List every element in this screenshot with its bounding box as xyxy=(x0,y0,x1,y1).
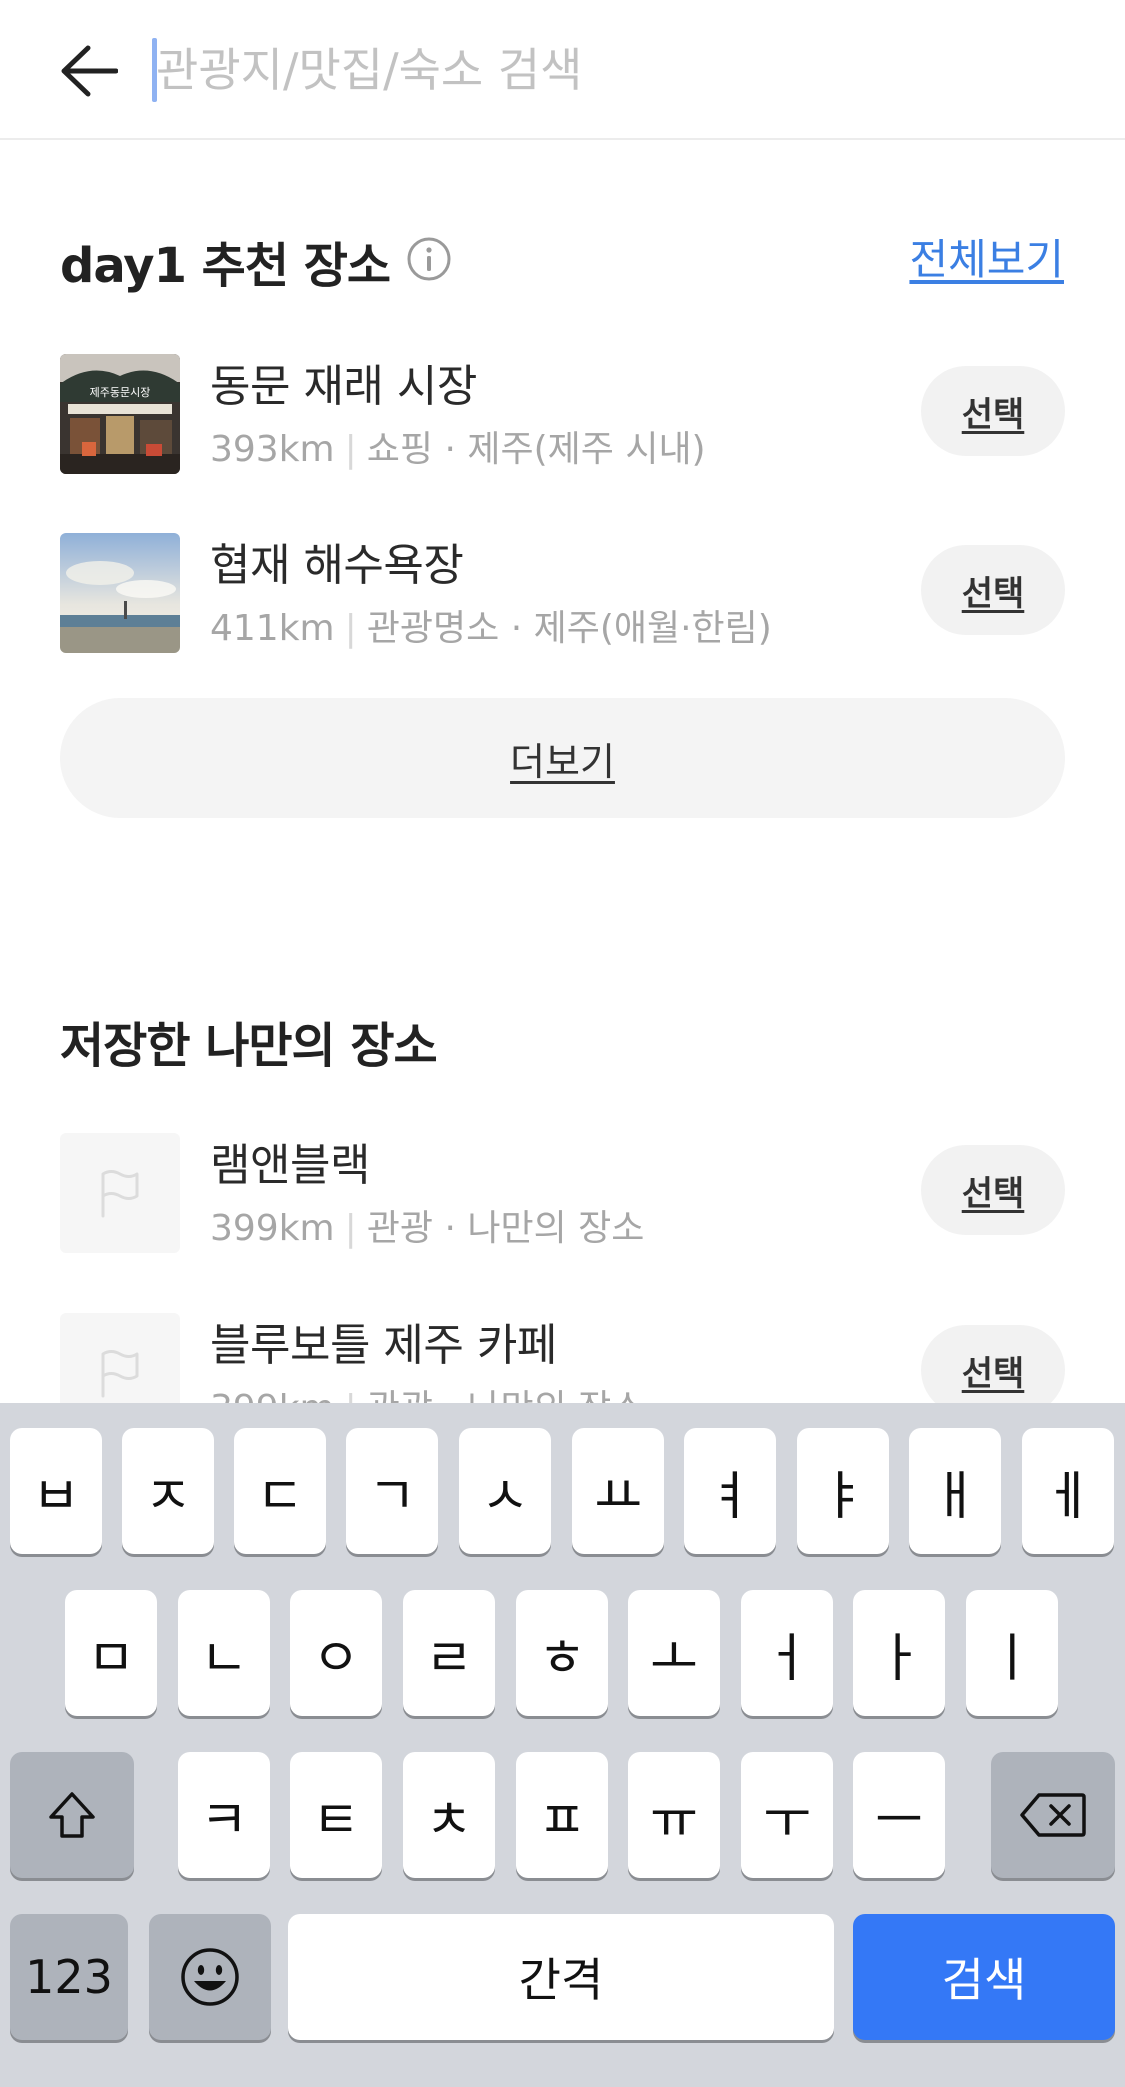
back-arrow-icon[interactable] xyxy=(58,40,120,102)
place-distance: 393km xyxy=(210,429,335,470)
select-button[interactable]: 선택 xyxy=(921,1145,1065,1235)
space-key[interactable]: 간격 xyxy=(288,1914,834,2040)
korean-keyboard: ㅂ ㅈ ㄷ ㄱ ㅅ ㅛ ㅕ ㅑ ㅐ ㅔ ㅁ ㄴ ㅇ ㄹ ㅎ ㅗ ㅓ ㅏ ㅣ ㅋ … xyxy=(0,1403,1125,2087)
meta-divider: | xyxy=(344,1208,357,1249)
key-1-8[interactable]: ㅑ xyxy=(797,1428,889,1554)
key-2-8[interactable]: ㅏ xyxy=(853,1590,945,1716)
key-1-4[interactable]: ㄱ xyxy=(346,1428,438,1554)
place-category: 관광명소 · 제주(애월·한림) xyxy=(366,608,772,649)
key-3-7[interactable]: ㅡ xyxy=(853,1752,945,1878)
select-button[interactable]: 선택 xyxy=(921,545,1065,635)
key-1-5[interactable]: ㅅ xyxy=(459,1428,551,1554)
key-1-3[interactable]: ㄷ xyxy=(234,1428,326,1554)
place-name: 협재 해수욕장 xyxy=(210,540,464,591)
list-item[interactable]: 램앤블랙 399km | 관광 · 나만의 장소 선택 xyxy=(60,1133,1065,1253)
select-button[interactable]: 선택 xyxy=(921,1325,1065,1415)
flag-icon xyxy=(101,1350,139,1398)
key-2-6[interactable]: ㅗ xyxy=(628,1590,720,1716)
backspace-icon xyxy=(1020,1793,1086,1837)
place-category: 쇼핑 · 제주(제주 시내) xyxy=(366,429,706,470)
list-item[interactable]: 협재 해수욕장 411km | 관광명소 · 제주(애월·한림) 선택 xyxy=(60,533,1065,653)
key-3-2[interactable]: ㅌ xyxy=(290,1752,382,1878)
place-name: 블루보틀 제주 카페 xyxy=(210,1320,557,1371)
place-category: 관광 · 나만의 장소 xyxy=(366,1208,645,1249)
emoji-key[interactable] xyxy=(149,1914,271,2040)
search-header xyxy=(0,0,1125,140)
key-3-6[interactable]: ㅜ xyxy=(741,1752,833,1878)
key-1-2[interactable]: ㅈ xyxy=(122,1428,214,1554)
key-2-5[interactable]: ㅎ xyxy=(516,1590,608,1716)
place-distance: 399km xyxy=(210,1208,335,1249)
place-meta: 393km | 쇼핑 · 제주(제주 시내) xyxy=(210,420,706,472)
select-button[interactable]: 선택 xyxy=(921,366,1065,456)
key-3-3[interactable]: ㅊ xyxy=(403,1752,495,1878)
beach-thumbnail xyxy=(60,533,180,653)
key-2-9[interactable]: ㅣ xyxy=(966,1590,1058,1716)
flag-thumbnail xyxy=(60,1133,180,1253)
emoji-icon xyxy=(181,1948,239,2006)
market-sign-text: 제주동문시장 xyxy=(90,386,151,399)
key-2-2[interactable]: ㄴ xyxy=(178,1590,270,1716)
key-1-9[interactable]: ㅐ xyxy=(909,1428,1001,1554)
shift-key[interactable] xyxy=(10,1752,134,1878)
recommend-section-title: day1 추천 장소 xyxy=(60,238,391,294)
place-distance: 411km xyxy=(210,608,335,649)
search-key[interactable]: 검색 xyxy=(853,1914,1115,2040)
key-1-10[interactable]: ㅔ xyxy=(1022,1428,1114,1554)
key-2-3[interactable]: ㅇ xyxy=(290,1590,382,1716)
numbers-key[interactable]: 123 xyxy=(10,1914,128,2040)
delete-key[interactable] xyxy=(991,1752,1115,1878)
key-3-4[interactable]: ㅍ xyxy=(516,1752,608,1878)
text-cursor xyxy=(152,38,157,102)
saved-section-title: 저장한 나만의 장소 xyxy=(60,1018,438,1074)
key-1-1[interactable]: ㅂ xyxy=(10,1428,102,1554)
place-meta: 411km | 관광명소 · 제주(애월·한림) xyxy=(210,599,772,651)
market-thumbnail: 제주동문시장 xyxy=(60,354,180,474)
meta-divider: | xyxy=(344,608,357,649)
place-name: 램앤블랙 xyxy=(210,1140,370,1191)
key-2-4[interactable]: ㄹ xyxy=(403,1590,495,1716)
place-name: 동문 재래 시장 xyxy=(210,361,477,412)
see-all-link[interactable]: 전체보기 xyxy=(909,226,1064,287)
more-button[interactable]: 더보기 xyxy=(60,698,1065,818)
key-3-5[interactable]: ㅠ xyxy=(628,1752,720,1878)
key-2-7[interactable]: ㅓ xyxy=(741,1590,833,1716)
search-input[interactable] xyxy=(150,32,1050,108)
key-1-6[interactable]: ㅛ xyxy=(572,1428,664,1554)
meta-divider: | xyxy=(344,429,357,470)
flag-icon xyxy=(101,1170,139,1218)
key-1-7[interactable]: ㅕ xyxy=(684,1428,776,1554)
info-icon[interactable] xyxy=(406,236,452,282)
shift-arrow-icon xyxy=(49,1792,95,1838)
key-3-1[interactable]: ㅋ xyxy=(178,1752,270,1878)
place-meta: 399km|관광 · 나만의 장소 xyxy=(210,1199,644,1251)
list-item[interactable]: 제주동문시장 동문 재래 시장 393km | 쇼핑 · 제주(제주 시내) 선택 xyxy=(60,354,1065,474)
key-2-1[interactable]: ㅁ xyxy=(65,1590,157,1716)
